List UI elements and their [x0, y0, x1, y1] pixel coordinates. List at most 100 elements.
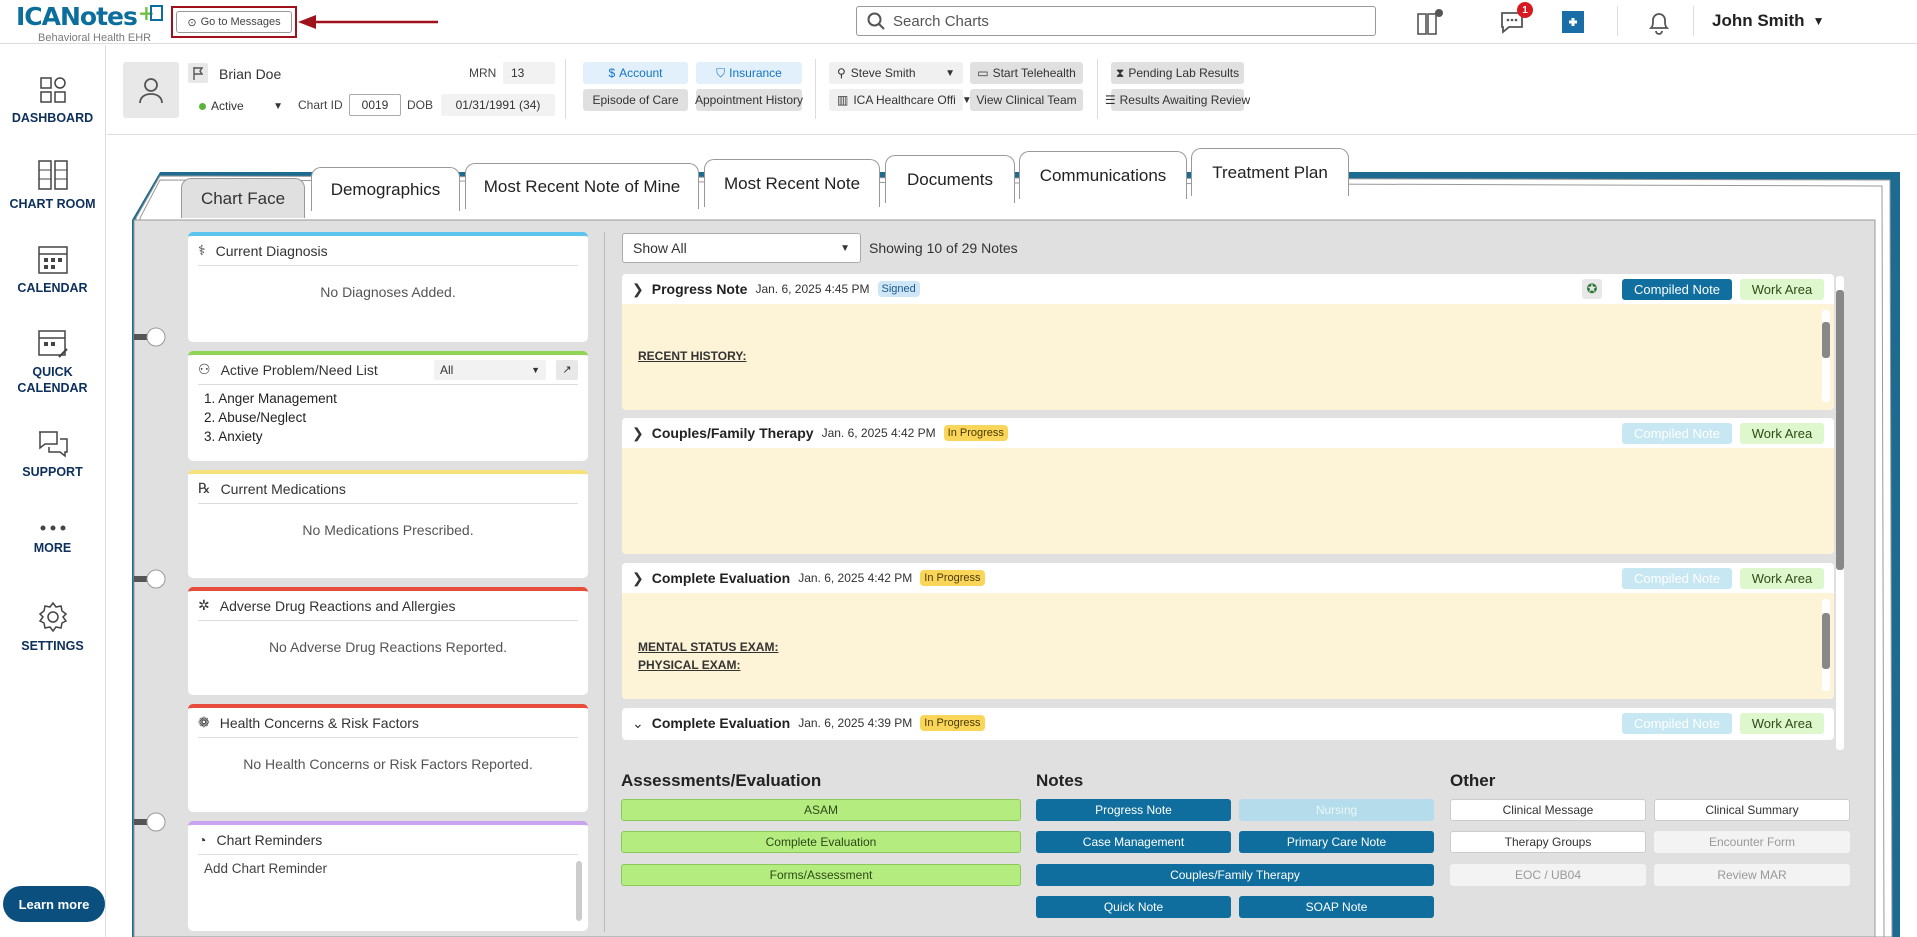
- patient-status-select[interactable]: Active ▼: [191, 95, 291, 117]
- sidebar-label-chart-room: CHART ROOM: [9, 197, 96, 211]
- start-telehealth-label: Start Telehealth: [992, 66, 1076, 80]
- flag-icon[interactable]: [188, 63, 208, 83]
- prescription-icon[interactable]: [1557, 6, 1589, 38]
- go-to-messages-button[interactable]: ⊙ Go to Messages: [176, 11, 292, 33]
- note-title[interactable]: Progress Note: [652, 281, 748, 297]
- results-awaiting-review-button[interactable]: ☰ Results Awaiting Review: [1105, 89, 1250, 111]
- primary-care-note-button[interactable]: Primary Care Note: [1239, 831, 1434, 853]
- note-title[interactable]: Complete Evaluation: [652, 570, 790, 586]
- compiled-note-button[interactable]: Compiled Note: [1622, 279, 1732, 300]
- notes-heading: Notes: [1036, 771, 1084, 790]
- tab-most-recent-note-of-mine[interactable]: Most Recent Note of Mine: [465, 163, 699, 209]
- provider-select[interactable]: ⚲ Steve Smith ▼: [829, 62, 963, 84]
- compiled-note-button[interactable]: Compiled Note: [1622, 568, 1732, 589]
- note-title[interactable]: Couples/Family Therapy: [652, 425, 814, 441]
- problem-list-icon: ⚇: [198, 361, 211, 377]
- work-area-button[interactable]: Work Area: [1740, 713, 1824, 734]
- start-telehealth-button[interactable]: ▭ Start Telehealth: [970, 62, 1083, 84]
- work-area-button[interactable]: Work Area: [1740, 279, 1824, 300]
- adverse-reactions-panel: ✲ Adverse Drug Reactions and Allergies No…: [188, 587, 588, 695]
- problem-item: 2. Abuse/Neglect: [204, 410, 307, 425]
- note-title[interactable]: Complete Evaluation: [652, 715, 790, 731]
- insurance-button[interactable]: ⛉ Insurance: [696, 62, 802, 84]
- note-scrollbar[interactable]: [1822, 613, 1830, 669]
- encounter-form-button[interactable]: Encounter Form: [1654, 831, 1850, 853]
- work-area-button[interactable]: Work Area: [1740, 423, 1824, 444]
- sidebar-item-settings[interactable]: SETTINGS: [0, 601, 105, 653]
- work-area-button[interactable]: Work Area: [1740, 568, 1824, 589]
- eoc-ub04-button[interactable]: EOC / UB04: [1450, 864, 1646, 886]
- stethoscope-icon: ⚕: [198, 242, 206, 258]
- sidebar-item-more[interactable]: MORE: [0, 521, 105, 555]
- dollar-icon: $: [608, 66, 616, 80]
- soap-note-button[interactable]: SOAP Note: [1239, 896, 1434, 918]
- asam-button[interactable]: ASAM: [621, 799, 1021, 821]
- location-select[interactable]: ▥ ICA Healthcare Offi ▼: [829, 89, 972, 111]
- current-medications-panel: ℞ Current Medications No Medications Pres…: [188, 470, 588, 578]
- patient-status: Active: [211, 99, 244, 113]
- complete-evaluation-button[interactable]: Complete Evaluation: [621, 831, 1021, 853]
- sidebar-item-dashboard[interactable]: DASHBOARD: [0, 75, 105, 125]
- tab-documents[interactable]: Documents: [885, 155, 1015, 203]
- clinical-summary-button[interactable]: Clinical Summary: [1654, 799, 1850, 821]
- gear-icon: [38, 601, 67, 633]
- search-charts-input[interactable]: Search Charts: [856, 6, 1376, 36]
- note-scrollbar[interactable]: [1822, 322, 1830, 358]
- tab-demographics[interactable]: Demographics: [311, 167, 460, 211]
- couples-family-therapy-button[interactable]: Couples/Family Therapy: [1036, 864, 1434, 886]
- compiled-note-button[interactable]: Compiled Note: [1622, 423, 1732, 444]
- account-button[interactable]: $ Account: [583, 62, 688, 84]
- sidebar-item-chart-room[interactable]: CHART ROOM: [0, 159, 105, 211]
- logo[interactable]: ICANotes + Behavioral Health EHR: [16, 1, 166, 44]
- chevron-down-icon[interactable]: ⌄: [632, 715, 644, 732]
- clinical-message-button[interactable]: Clinical Message: [1450, 799, 1646, 821]
- learn-more-button[interactable]: Learn more: [3, 886, 105, 922]
- nursing-button[interactable]: Nursing: [1239, 799, 1434, 821]
- sidebar-item-support[interactable]: SUPPORT: [0, 429, 105, 479]
- problem-filter-select[interactable]: All ▼: [434, 359, 546, 380]
- forms-assessment-button[interactable]: Forms/Assessment: [621, 864, 1021, 886]
- bell-icon[interactable]: [1643, 6, 1675, 38]
- notes-scrollbar-thumb[interactable]: [1836, 290, 1844, 570]
- appointment-history-button[interactable]: Appointment History: [695, 89, 803, 111]
- chevron-down-icon: ▼: [273, 100, 283, 112]
- tab-treatment-plan[interactable]: Treatment Plan: [1191, 148, 1349, 196]
- go-to-messages-highlight: ⊙ Go to Messages: [171, 6, 297, 38]
- chevron-right-icon[interactable]: ❯: [632, 281, 644, 298]
- status-badge: Signed: [877, 281, 920, 297]
- chart-id-field[interactable]: 0019: [349, 94, 401, 116]
- notes-scrollbar-track[interactable]: [1836, 276, 1844, 750]
- account-label: Account: [619, 66, 663, 80]
- chevron-right-icon[interactable]: ❯: [632, 570, 644, 587]
- search-placeholder: Search Charts: [893, 12, 989, 30]
- tab-communications[interactable]: Communications: [1019, 151, 1187, 199]
- episode-of-care-button[interactable]: Episode of Care: [583, 89, 688, 111]
- chart-room-add-icon[interactable]: [1414, 6, 1446, 38]
- tab-most-recent-note[interactable]: Most Recent Note: [704, 159, 880, 207]
- chevron-right-icon[interactable]: ❯: [632, 425, 644, 442]
- add-chart-reminder-field[interactable]: Add Chart Reminder: [188, 855, 588, 882]
- tab-chart-face[interactable]: Chart Face: [181, 178, 305, 218]
- avatar[interactable]: [123, 62, 179, 118]
- sidebar-item-calendar[interactable]: CALENDAR: [0, 243, 105, 295]
- case-management-button[interactable]: Case Management: [1036, 831, 1231, 853]
- progress-note-button[interactable]: Progress Note: [1036, 799, 1231, 821]
- compiled-note-button[interactable]: Compiled Note: [1622, 713, 1732, 734]
- patient-header: Brian Doe Active ▼ Chart ID 0019 DOB 01/3…: [107, 45, 1917, 135]
- user-menu[interactable]: John Smith ▼: [1712, 11, 1824, 31]
- no-adverse-reactions-text: No Adverse Drug Reactions Reported.: [268, 639, 508, 655]
- notes-count-text: Showing 10 of 29 Notes: [869, 240, 1018, 256]
- view-clinical-team-button[interactable]: View Clinical Team: [970, 89, 1083, 111]
- sidebar-item-quick-calendar[interactable]: QUICK CALENDAR: [0, 327, 105, 395]
- reminder-scrollbar[interactable]: [576, 861, 582, 921]
- pending-lab-results-button[interactable]: ⧗ Pending Lab Results: [1111, 62, 1244, 84]
- review-mar-button[interactable]: Review MAR: [1654, 864, 1850, 886]
- adverse-reactions-title: Adverse Drug Reactions and Allergies: [219, 597, 456, 614]
- quick-note-button[interactable]: Quick Note: [1036, 896, 1231, 918]
- notes-filter-select[interactable]: Show All ▼: [622, 233, 861, 263]
- sidebar-label-more: MORE: [33, 541, 72, 555]
- current-diagnosis-title: Current Diagnosis: [215, 242, 328, 259]
- external-link-icon[interactable]: ↗: [556, 359, 578, 380]
- therapy-groups-button[interactable]: Therapy Groups: [1450, 831, 1646, 853]
- current-medications-title: Current Medications: [220, 480, 346, 497]
